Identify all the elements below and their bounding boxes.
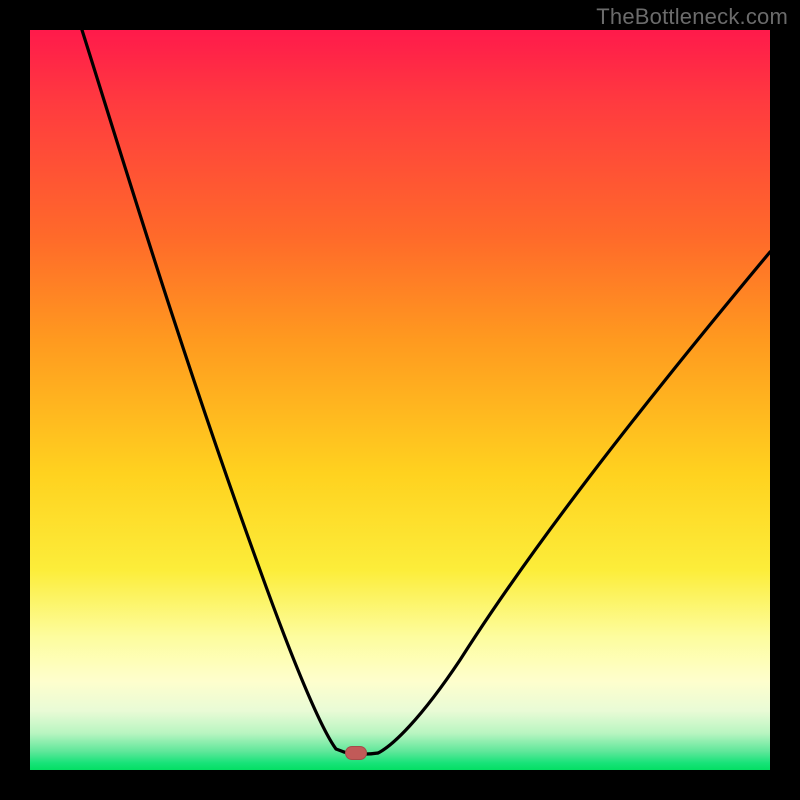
plot-area (30, 30, 770, 770)
bottleneck-curve (30, 30, 770, 770)
curve-left-branch (82, 30, 344, 752)
chart-frame: TheBottleneck.com (0, 0, 800, 800)
curve-right-branch (378, 252, 770, 753)
minimum-marker (345, 746, 367, 760)
watermark-text: TheBottleneck.com (596, 4, 788, 30)
